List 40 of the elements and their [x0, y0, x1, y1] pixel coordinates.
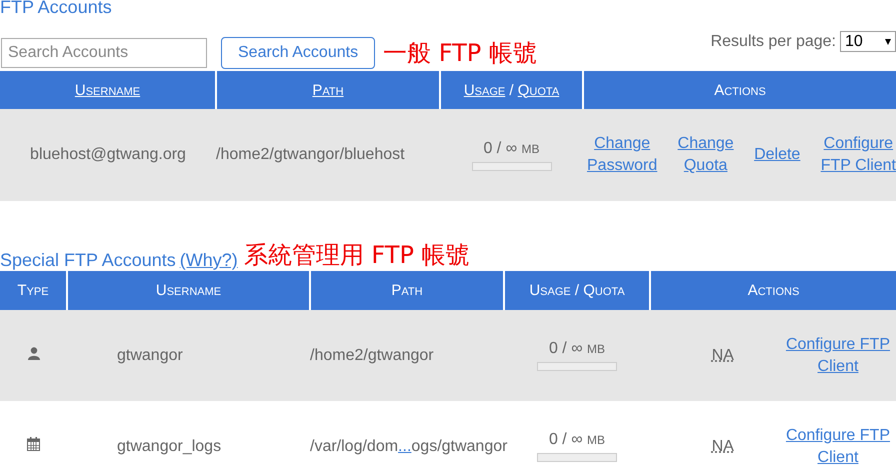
sort-link[interactable]: Quota	[518, 82, 560, 98]
column-header: Usage / Quota	[504, 271, 650, 310]
usage-text: 0 / ∞ MB	[548, 340, 606, 358]
column-header: Actions	[650, 271, 896, 310]
sort-link[interactable]: Username	[74, 82, 140, 98]
action-link[interactable]: Configure FTP Client	[820, 133, 896, 177]
not-available-text: NA	[712, 346, 734, 366]
results-per-page-select[interactable]: 10	[840, 31, 896, 52]
action-link[interactable]: Change Quota	[678, 133, 734, 177]
action-link[interactable]: Change Password	[587, 133, 658, 177]
calendar-icon	[27, 437, 40, 451]
not-available-text: NA	[712, 436, 734, 456]
username: gtwangor	[117, 346, 183, 364]
results-per-page-label: Results per page:	[710, 33, 836, 51]
annotation: 一般 FTP 帳號	[383, 38, 537, 69]
column-header: Type	[0, 271, 67, 310]
search-field[interactable]: Search Accounts	[1, 38, 207, 68]
expand-path-link[interactable]: ...	[398, 438, 412, 454]
section-title: Special FTP Accounts	[0, 250, 176, 271]
page-title: FTP Accounts	[0, 0, 113, 15]
why-link[interactable]: (Why?)	[180, 250, 238, 271]
separator-text: /	[509, 82, 514, 98]
username: bluehost@gtwang.org	[30, 146, 186, 163]
column-header: Username	[67, 271, 310, 310]
usage-text: 0 / ∞ MB	[483, 140, 540, 158]
sort-link[interactable]: Usage	[464, 82, 506, 98]
user-icon	[28, 346, 40, 360]
configure-ftp-link[interactable]: Configure FTP Client	[786, 334, 890, 378]
username: gtwangor_logs	[117, 438, 222, 454]
configure-ftp-link[interactable]: Configure FTP Client	[786, 424, 890, 468]
path-text: /home2/gtwangor/bluehost	[216, 146, 405, 163]
header-text: Actions	[714, 82, 766, 98]
annotation: 系統管理用 FTP 帳號	[244, 240, 470, 271]
column-header: Path	[310, 271, 504, 310]
path-text: /var/log/dom...ogs/gtwangor	[310, 438, 508, 454]
usage-text: 0 / ∞ MB	[548, 431, 606, 449]
sort-link[interactable]: Path	[312, 82, 344, 98]
search-button[interactable]: Search Accounts	[221, 37, 376, 69]
action-link[interactable]: Delete	[754, 144, 800, 166]
path-text: /home2/gtwangor	[310, 346, 434, 364]
